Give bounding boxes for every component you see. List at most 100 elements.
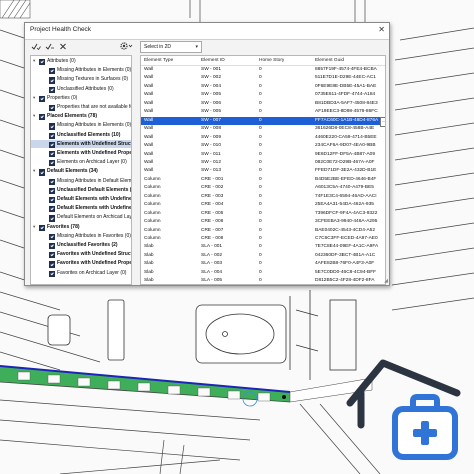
checkbox[interactable] bbox=[49, 132, 56, 139]
table-row[interactable]: Column CRE - 006 0 3CFEEBA3-9940-446A-A295 bbox=[141, 218, 385, 226]
table-row[interactable]: Wall SW - 005 0 AF19EEC3-8D98-4576-86FC bbox=[141, 108, 385, 116]
cell-element-type: Wall bbox=[144, 126, 154, 132]
check-all-button[interactable] bbox=[31, 42, 41, 53]
checkbox[interactable] bbox=[49, 123, 56, 130]
checkbox[interactable] bbox=[39, 114, 46, 121]
checkbox[interactable] bbox=[49, 68, 56, 75]
table-row[interactable]: Wall SW - 006 0 B81DBD3A-5AF7-4508-84E3 bbox=[141, 100, 385, 108]
table-row[interactable]: Wall SW - 013 0 FFED71DF-3E2A-432D-B1E bbox=[141, 167, 385, 175]
table-row[interactable]: Slab SLA - 001 0 7E7C8E44-09EF-4A1C-A9FA bbox=[141, 243, 385, 251]
checkbox[interactable] bbox=[49, 187, 56, 194]
settings-button[interactable] bbox=[119, 41, 133, 53]
close-button[interactable]: ✕ bbox=[378, 25, 385, 34]
checkbox[interactable] bbox=[49, 160, 56, 167]
table-row[interactable]: Wall SW - 010 0 234CAF6A-9D07-4EA0-9BB bbox=[141, 142, 385, 150]
tree-item-label: Missing Attributes in Elements (0) bbox=[57, 122, 131, 129]
table-row[interactable]: Wall SW - 012 0 082C0E72-D29B-467A-A0F bbox=[141, 159, 385, 167]
tree-item[interactable]: Unclassified Default Elements (1) bbox=[31, 186, 131, 195]
cell-home-story: 0 bbox=[259, 67, 262, 72]
checkbox[interactable] bbox=[49, 197, 56, 204]
table-row[interactable]: Slab SLA - 002 0 042360DF-3BCT-4B1A-A1C bbox=[141, 252, 385, 260]
table-row[interactable]: Wall SW - 008 0 361626D8-0EC8-458B-A4E bbox=[141, 125, 385, 133]
check-selected-button[interactable] bbox=[45, 42, 55, 53]
tree-item[interactable]: Elements with Undefined Propert bbox=[31, 149, 131, 158]
table-row[interactable]: Column CRE - 002 0 A6013C5A-4740-A479-BE5 bbox=[141, 184, 385, 192]
tree-item[interactable]: ▾ Attributes (0) bbox=[31, 57, 131, 66]
table-row[interactable]: Column CRE - 008 0 C7C6C3FF-ECED-4A97-AE0 bbox=[141, 235, 385, 243]
table-row[interactable]: Wall SW - 001 0 8857F19F-4574-4FE4-BCBA bbox=[141, 66, 385, 74]
column-header-element-type[interactable]: Element Type bbox=[144, 56, 173, 65]
resize-grip-icon[interactable]: ◢ bbox=[384, 278, 388, 284]
checkbox[interactable] bbox=[49, 105, 56, 112]
tree-item[interactable]: Missing Attributes in Elements (0) bbox=[31, 121, 131, 130]
column-header-home-story[interactable]: Home Story bbox=[259, 56, 284, 65]
expand-arrow-icon[interactable]: ▾ bbox=[33, 57, 35, 66]
clear-button[interactable] bbox=[59, 42, 67, 53]
column-header-element-id[interactable]: Element ID bbox=[201, 56, 225, 65]
table-row[interactable]: Slab SLA - 005 0 D812B5C2-4F28-4DF2-8FA bbox=[141, 277, 385, 284]
table-row[interactable]: Wall SW - 004 0 0F6E9E8E-DB5E-45A1-BAE bbox=[141, 83, 385, 91]
checkbox[interactable] bbox=[39, 95, 46, 102]
column-header-element-guid[interactable]: Element Guid bbox=[315, 56, 344, 65]
checkbox[interactable] bbox=[49, 270, 56, 277]
tree-item[interactable]: Favorites with Undefined Propert bbox=[31, 259, 131, 268]
table-row[interactable]: Wall SW - 005 0 0735E611-4FDF-4744-A184 bbox=[141, 91, 385, 99]
expand-arrow-icon[interactable]: ▾ bbox=[33, 223, 35, 232]
checkbox[interactable] bbox=[49, 86, 56, 93]
table-row[interactable]: Wall SW - 011 0 9E6D12FF-DF5A-4B87-A09 bbox=[141, 151, 385, 159]
cell-element-type: Wall bbox=[144, 67, 154, 72]
tree-item[interactable]: Favorites on Archicad Layer (0) bbox=[31, 269, 131, 278]
table-row[interactable]: Wall SW - 007 0 FF7AC60C-1A1B-48D4-876A... bbox=[141, 116, 385, 127]
tree-item[interactable]: Unclassified Elements (10) bbox=[31, 131, 131, 140]
cell-home-story: 0 bbox=[259, 75, 262, 81]
tree-item[interactable]: ▾ Favorites (78) bbox=[31, 223, 131, 232]
checkbox[interactable] bbox=[49, 252, 56, 259]
tree-item-label: Placed Elements (78) bbox=[47, 113, 98, 120]
table-row[interactable]: Column CRE - 007 0 BAE0402C-4543-4CD4-A52 bbox=[141, 227, 385, 235]
expand-arrow-icon[interactable]: ▾ bbox=[33, 167, 35, 176]
elements-table: Element Type Element ID Home Story Eleme… bbox=[140, 55, 386, 285]
tree-item[interactable]: Default Elements with Undefined P bbox=[31, 204, 131, 213]
checkbox[interactable] bbox=[49, 261, 56, 268]
tree-item[interactable]: Missing Attributes in Elements (0) bbox=[31, 66, 131, 75]
table-row[interactable]: Wall SW - 002 0 511E7D1E-D29E-44EC-AC1 bbox=[141, 74, 385, 82]
tree-item[interactable]: ▾ Properties (0) bbox=[31, 94, 131, 103]
tree-item[interactable]: Missing Attributes in Favorites (0) bbox=[31, 232, 131, 241]
checkbox[interactable] bbox=[49, 243, 56, 250]
checkbox[interactable] bbox=[49, 206, 56, 213]
tree-item[interactable]: Properties that are not available fo bbox=[31, 103, 131, 112]
tree-item[interactable]: Default Elements with Undefined S bbox=[31, 195, 131, 204]
tree-item[interactable]: Favorites with Undefined Structu bbox=[31, 250, 131, 259]
table-row[interactable]: Column CRE - 003 0 74F1E3C4-6594-46AD-AACI bbox=[141, 193, 385, 201]
table-row[interactable]: Wall SW - 009 0 4460E220-CA59-4714-B5EE bbox=[141, 134, 385, 142]
tree-item[interactable]: Elements on Archicad Layer (0) bbox=[31, 158, 131, 167]
tree-item[interactable]: Missing Textures in Surfaces (0) bbox=[31, 75, 131, 84]
checkbox[interactable] bbox=[39, 59, 46, 66]
tree-item[interactable]: ▾ Default Elements (34) bbox=[31, 167, 131, 176]
tree-item[interactable]: Unclassified Favorites (2) bbox=[31, 241, 131, 250]
checkbox[interactable] bbox=[49, 151, 56, 158]
table-row[interactable]: Column CRE - 001 0 B4D5E2BE-EFED-4646-B4F bbox=[141, 176, 385, 184]
tree-item[interactable]: ▾ Placed Elements (78) bbox=[31, 112, 131, 121]
tree-item[interactable]: Missing Attributes in Default Eleme bbox=[31, 177, 131, 186]
checkbox[interactable] bbox=[49, 141, 56, 148]
table-row[interactable]: Column CRE - 004 0 25EA4A31-54DA-462A-935 bbox=[141, 201, 385, 209]
table-row[interactable]: Column CRE - 005 0 7396DFCF-9F4A-4AC3-9322 bbox=[141, 210, 385, 218]
checkbox[interactable] bbox=[49, 233, 56, 240]
tree-item[interactable]: Default Elements on Archicad Layer bbox=[31, 213, 131, 222]
cell-element-type: Column bbox=[144, 202, 161, 208]
checkbox[interactable] bbox=[49, 215, 56, 222]
checkbox[interactable] bbox=[49, 178, 56, 185]
cell-element-type: Wall bbox=[144, 117, 154, 123]
table-row[interactable]: Slab SLA - 004 0 5E7C0DD0-46C8-4C94-BFF bbox=[141, 269, 385, 277]
filter-select[interactable]: Select in 2D ▾ bbox=[140, 41, 202, 53]
expand-arrow-icon[interactable]: ▾ bbox=[33, 94, 35, 103]
checkbox[interactable] bbox=[39, 224, 46, 231]
tree-item[interactable]: Unclassified Attributes (0) bbox=[31, 85, 131, 94]
checkbox[interactable] bbox=[39, 169, 46, 176]
tree-item[interactable]: Elements with Undefined Structu bbox=[31, 139, 131, 149]
checkbox[interactable] bbox=[49, 77, 56, 84]
expand-arrow-icon[interactable]: ▾ bbox=[33, 112, 35, 121]
table-row[interactable]: Slab SLA - 003 0 4AFE82B8-76F0-A4F3-A0F bbox=[141, 260, 385, 268]
title-bar[interactable]: Project Health Check ✕ bbox=[25, 23, 389, 40]
